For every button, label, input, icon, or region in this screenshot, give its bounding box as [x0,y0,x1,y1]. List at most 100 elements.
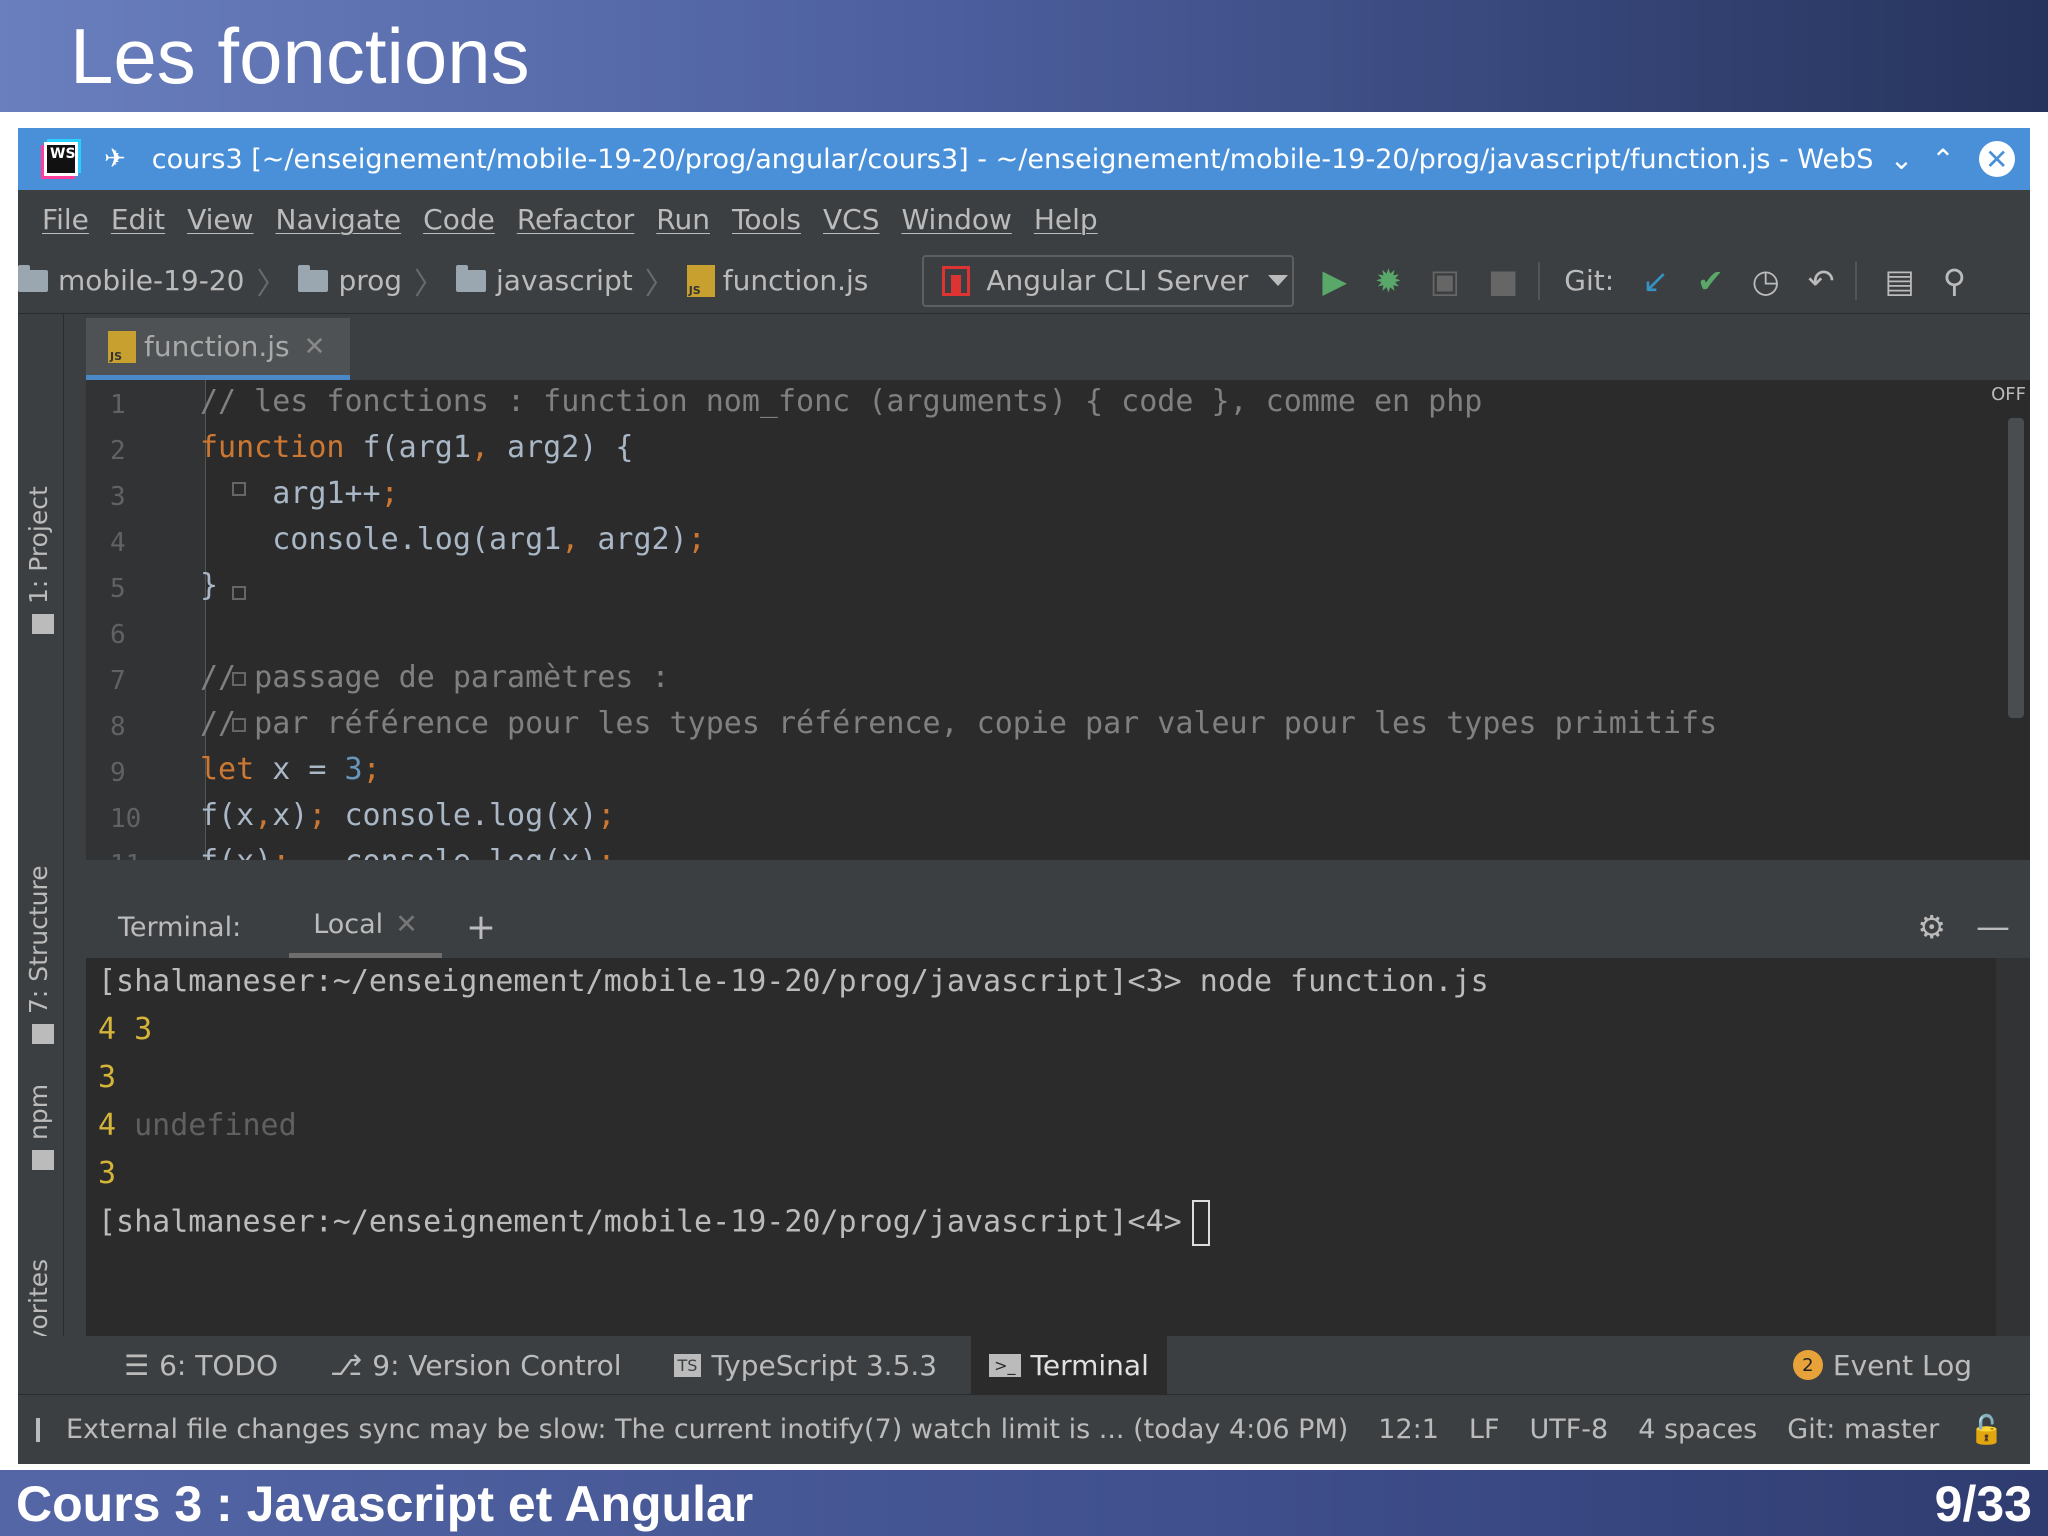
title-bar[interactable]: WS ✈ cours3 [~/enseignement/mobile-19-20… [18,128,2030,190]
menu-vcs[interactable]: VCS [823,203,879,236]
folder-icon [18,264,48,292]
terminal-label: Terminal: [118,911,242,943]
tool-tab-event-log[interactable]: 2 Event Log [1775,1336,1990,1394]
tool-windows-icon[interactable] [36,1417,40,1442]
code-line-5: } [200,568,219,603]
fold-marker-icon[interactable] [232,586,246,600]
menu-bar: File Edit View Navigate Code Refactor Ru… [18,190,2030,248]
terminal-line: 3 [98,1156,117,1191]
menu-view[interactable]: View [187,203,253,236]
branch-icon: ⎇ [330,1348,363,1382]
js-file-icon: JS [686,264,715,297]
breadcrumb-javascript[interactable]: javascript [456,264,633,297]
line-number: 3 [110,482,126,512]
editor-scrollbar[interactable] [2008,418,2024,718]
stop-icon[interactable]: ■ [1488,262,1518,300]
tool-tab-todo[interactable]: ☰ 6: TODO [106,1336,296,1394]
line-number: 11 [110,850,141,860]
status-message[interactable]: External file changes sync may be slow: … [66,1414,1348,1445]
indent-setting[interactable]: 4 spaces [1638,1414,1757,1445]
code-line-9: let x = 3; [200,752,381,787]
terminal-scrollbar[interactable] [1996,958,2030,1336]
menu-tools[interactable]: Tools [732,203,801,236]
terminal-output[interactable]: [shalmaneser:~/enseignement/mobile-19-20… [86,958,2030,1336]
run-anything-icon[interactable]: ▤ [1885,262,1915,300]
tool-tab-terminal[interactable]: >_ Terminal [971,1336,1167,1394]
terminal-header: Terminal: Local ✕ + ⚙ — [86,896,2030,958]
npm-icon [32,1150,54,1170]
code-line-7: // passage de paramètres : [200,660,670,695]
close-icon[interactable]: ✕ [1978,141,2015,177]
left-tool-strip: 1: Project 7: Structure npm 2: Favorites… [18,314,64,1447]
caret-position[interactable]: 12:1 [1378,1414,1439,1445]
git-commit-icon[interactable]: ✔ [1697,262,1724,300]
add-terminal-icon[interactable]: + [466,907,496,948]
maximize-chevron-icon[interactable]: ⌃ [1931,143,1954,176]
menu-file[interactable]: File [42,203,89,236]
editor-tab-function-js[interactable]: JS function.js ✕ [86,318,350,380]
close-tab-icon[interactable]: ✕ [395,909,418,940]
menu-edit[interactable]: Edit [111,203,165,236]
minimize-chevron-icon[interactable]: ⌄ [1890,143,1913,176]
tool-tab-version-control[interactable]: ⎇ 9: Version Control [312,1336,640,1394]
close-tab-icon[interactable]: ✕ [304,332,326,362]
git-label: Git: [1564,264,1615,297]
menu-help[interactable]: Help [1034,203,1098,236]
folder-icon [298,264,329,292]
js-file-icon: JS [108,330,136,363]
tool-tab-project[interactable]: 1: Project [24,486,53,604]
tool-tab-typescript[interactable]: TS TypeScript 3.5.3 [656,1336,956,1394]
breadcrumb-mobile[interactable]: mobile-19-20 [18,264,244,297]
slide-footer: Cours 3 : Javascript et Angular 9/33 [0,1470,2048,1536]
menu-refactor[interactable]: Refactor [517,203,634,236]
line-number: 5 [110,574,126,604]
line-gutter: 1 2 3 4 5 6 7 8 9 10 11 [86,380,206,860]
terminal-line: 4 undefined [98,1108,297,1143]
tool-tab-npm[interactable]: npm [24,1084,53,1140]
slide-header: Les fonctions [0,0,2048,112]
terminal-tab-local[interactable]: Local ✕ [289,896,442,958]
menu-window[interactable]: Window [901,203,1011,236]
debug-icon[interactable]: ✹ [1375,262,1402,300]
lock-icon[interactable]: 🔓 [1969,1413,2004,1446]
menu-run[interactable]: Run [656,203,710,236]
line-separator[interactable]: LF [1469,1414,1500,1445]
git-branch[interactable]: Git: master [1787,1414,1939,1445]
line-number: 4 [110,528,126,558]
event-count-badge: 2 [1792,1350,1823,1380]
list-icon: ☰ [124,1348,150,1382]
rollback-icon[interactable]: ↶ [1808,262,1835,300]
history-icon[interactable]: ◷ [1752,262,1780,300]
breadcrumb-separator: 〉 [256,266,287,302]
hide-panel-icon[interactable]: — [1976,907,2010,947]
code-line-8: // par référence pour les types référenc… [200,706,1718,741]
code-editor[interactable]: 1 2 3 4 5 6 7 8 9 10 11 // les fonctions… [86,380,2030,860]
angular-icon [942,265,971,296]
run-icon[interactable]: ▶ [1322,262,1347,300]
breadcrumb-separator: 〉 [414,266,445,302]
gear-icon[interactable]: ⚙ [1917,908,1946,946]
menu-code[interactable]: Code [423,203,495,236]
tool-tab-structure[interactable]: 7: Structure [24,865,53,1014]
chevron-down-icon [1268,275,1289,286]
toolbar-divider [1538,261,1541,300]
folder-icon [456,264,487,292]
menu-navigate[interactable]: Navigate [276,203,402,236]
pin-icon[interactable]: ✈ [104,144,126,174]
readonly-indicator[interactable]: OFF [1991,384,2026,405]
page-number: 9/33 [1934,1476,2032,1532]
search-icon[interactable]: ⚲ [1943,262,1966,300]
run-configuration-select[interactable]: Angular CLI Server [922,254,1295,307]
git-update-icon[interactable]: ↙ [1642,262,1669,300]
line-number: 6 [110,620,126,650]
line-number: 10 [110,804,142,834]
file-encoding[interactable]: UTF-8 [1530,1414,1609,1445]
coverage-icon[interactable]: ▣ [1430,262,1460,300]
editor-tab-bar: JS function.js ✕ [86,318,2030,380]
breadcrumb-prog[interactable]: prog [298,264,402,297]
terminal-line: 4 3 [98,1012,153,1047]
toolbar-divider [1854,261,1857,300]
breadcrumb-separator: 〉 [644,266,675,302]
line-number: 7 [110,666,126,696]
breadcrumb-file[interactable]: JS function.js [686,264,868,297]
